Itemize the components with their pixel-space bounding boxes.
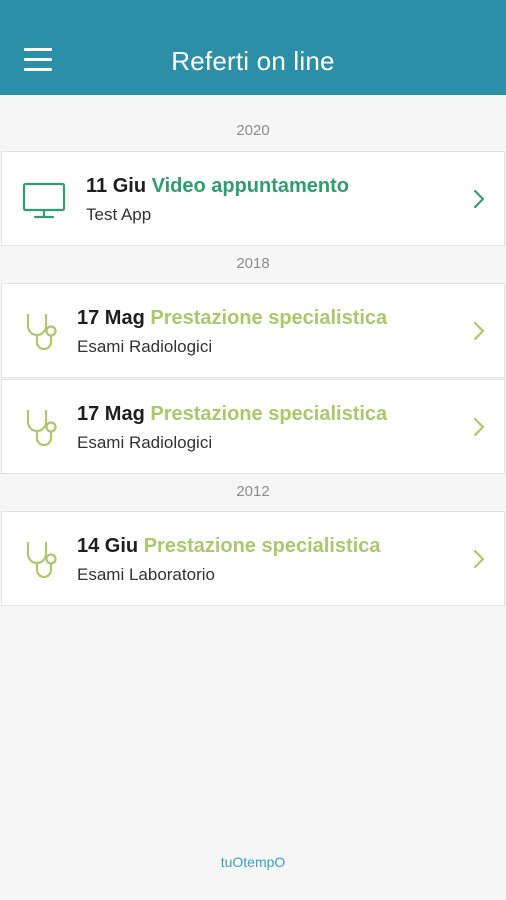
item-title: 17 Mag Prestazione specialistica xyxy=(77,403,387,426)
item-date: 14 Giu xyxy=(77,535,139,557)
list-item-specialist-2[interactable]: 17 Mag Prestazione specialistica Esami R… xyxy=(1,379,505,474)
item-title: 11 Giu Video appuntamento xyxy=(86,175,349,198)
chevron-right-icon xyxy=(473,189,485,209)
monitor-icon xyxy=(22,182,66,219)
app-bar: Referti on line xyxy=(0,0,506,95)
item-date: 17 Mag xyxy=(77,403,145,425)
list-item-specialist-1[interactable]: 17 Mag Prestazione specialistica Esami R… xyxy=(1,283,505,378)
item-type: Prestazione specialistica xyxy=(150,307,388,329)
item-subtitle: Test App xyxy=(86,205,152,224)
item-subtitle: Esami Radiologici xyxy=(77,433,213,452)
chevron-right-icon xyxy=(473,549,485,569)
item-subtitle: Esami Radiologici xyxy=(77,337,213,356)
item-type: Prestazione specialistica xyxy=(143,535,381,557)
item-title: 14 Giu Prestazione specialistica xyxy=(77,535,381,558)
year-header-2020: 2020 xyxy=(236,122,270,139)
stethoscope-icon xyxy=(26,409,57,447)
chevron-right-icon xyxy=(473,417,485,437)
stethoscope-icon xyxy=(26,313,57,351)
year-header-2012: 2012 xyxy=(236,483,270,500)
year-header-2018: 2018 xyxy=(236,255,270,272)
item-title: 17 Mag Prestazione specialistica xyxy=(77,307,387,330)
item-subtitle: Esami Laboratorio xyxy=(77,565,215,584)
item-date: 11 Giu xyxy=(86,175,147,197)
list-item-specialist-3[interactable]: 14 Giu Prestazione specialistica Esami L… xyxy=(1,511,505,606)
footer-brand-link[interactable]: tuOtempO xyxy=(0,854,506,870)
chevron-right-icon xyxy=(473,321,485,341)
item-date: 17 Mag xyxy=(77,307,145,329)
item-type: Prestazione specialistica xyxy=(150,403,388,425)
page-title: Referti on line xyxy=(171,46,335,76)
list-item-video-appointment[interactable]: 11 Giu Video appuntamento Test App xyxy=(1,151,505,246)
item-type: Video appuntamento xyxy=(151,175,350,197)
stethoscope-icon xyxy=(26,541,57,579)
